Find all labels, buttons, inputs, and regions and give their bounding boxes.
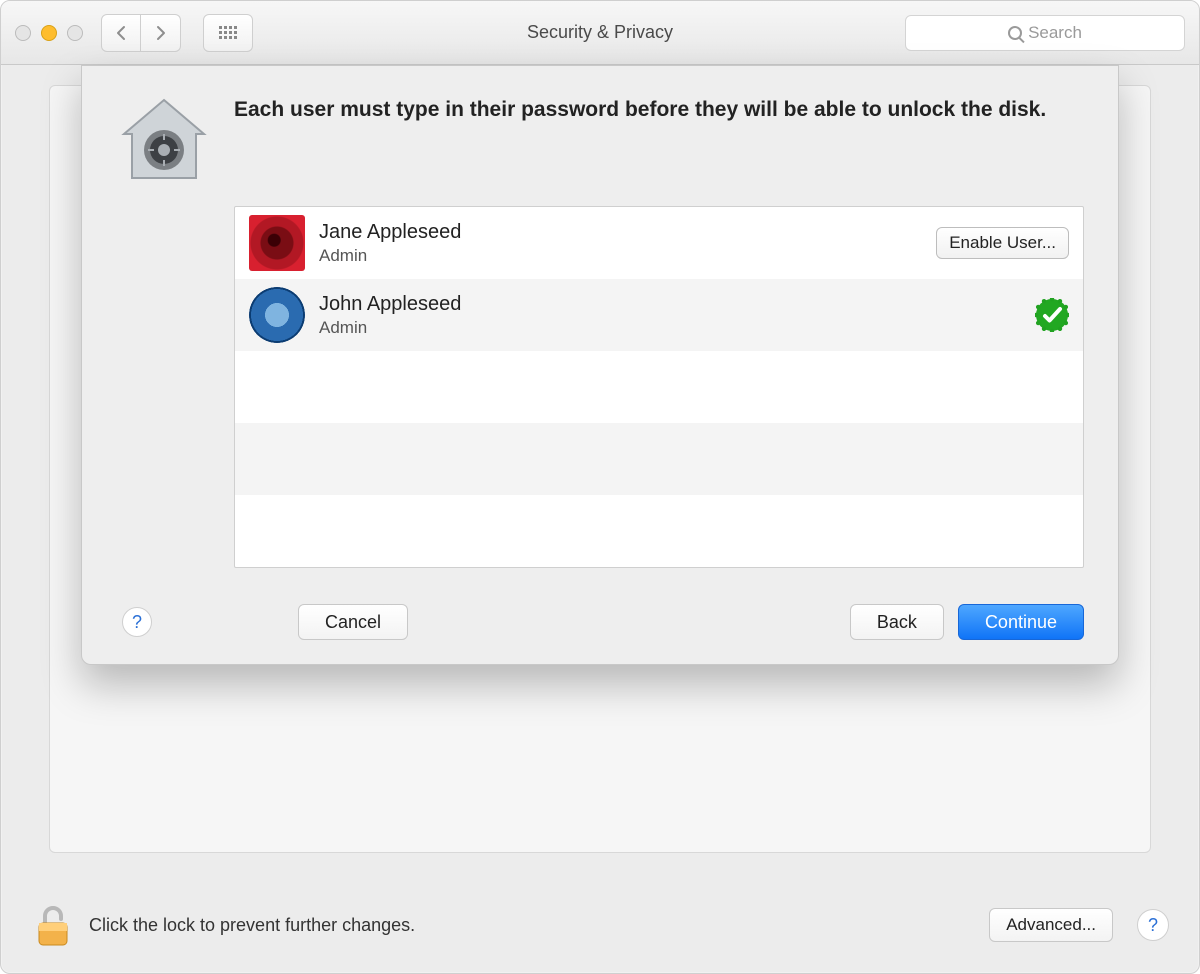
nav-back-forward <box>101 14 181 52</box>
user-role: Admin <box>319 318 461 338</box>
help-button[interactable]: ? <box>1137 909 1169 941</box>
sheet-help-button[interactable]: ? <box>122 607 152 637</box>
user-row-empty <box>235 423 1083 495</box>
sheet-header: Each user must type in their password be… <box>116 94 1084 190</box>
user-row-empty <box>235 495 1083 567</box>
back-button[interactable]: Back <box>850 604 944 640</box>
nav-forward-button[interactable] <box>141 14 181 52</box>
search-field[interactable]: Search <box>905 15 1185 51</box>
search-placeholder: Search <box>1028 23 1082 43</box>
user-row: Jane Appleseed Admin Enable User... <box>235 207 1083 279</box>
continue-button[interactable]: Continue <box>958 604 1084 640</box>
minimize-window-dot[interactable] <box>41 25 57 41</box>
user-role: Admin <box>319 246 461 266</box>
lock-icon[interactable] <box>31 901 75 949</box>
window-controls <box>15 25 83 41</box>
user-row: John Appleseed Admin <box>235 279 1083 351</box>
user-row-empty <box>235 351 1083 423</box>
user-name: Jane Appleseed <box>319 221 461 244</box>
zoom-window-dot[interactable] <box>67 25 83 41</box>
user-list: Jane Appleseed Admin Enable User... John… <box>234 206 1084 568</box>
enabled-check-icon <box>1035 298 1069 332</box>
sheet-footer: ? Cancel Back Continue <box>116 584 1084 640</box>
cancel-button[interactable]: Cancel <box>298 604 408 640</box>
preferences-window: Security & Privacy Search Click the lock… <box>0 0 1200 974</box>
filevault-sheet: Each user must type in their password be… <box>81 65 1119 665</box>
show-all-button[interactable] <box>203 14 253 52</box>
titlebar: Security & Privacy Search <box>1 1 1199 65</box>
advanced-button[interactable]: Advanced... <box>989 908 1113 942</box>
grid-icon <box>219 26 237 39</box>
close-window-dot[interactable] <box>15 25 31 41</box>
lock-message: Click the lock to prevent further change… <box>89 915 415 936</box>
sheet-headline: Each user must type in their password be… <box>234 96 1046 190</box>
enable-user-button[interactable]: Enable User... <box>936 227 1069 259</box>
user-avatar <box>249 215 305 271</box>
lock-row: Click the lock to prevent further change… <box>31 901 1169 949</box>
search-icon <box>1008 26 1022 40</box>
user-name: John Appleseed <box>319 293 461 316</box>
user-avatar <box>249 287 305 343</box>
filevault-icon <box>116 94 212 190</box>
nav-back-button[interactable] <box>101 14 141 52</box>
